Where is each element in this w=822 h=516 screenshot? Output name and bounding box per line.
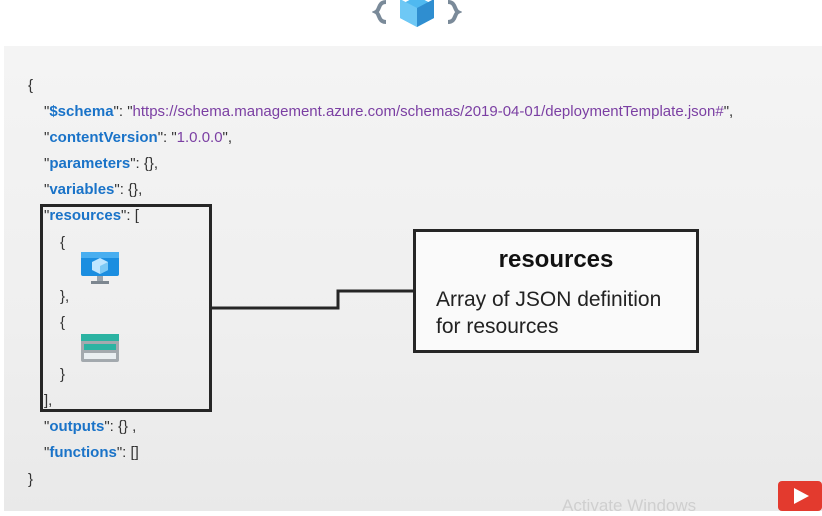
callout-body: Array of JSON definition for resources (436, 286, 686, 340)
play-button[interactable] (778, 481, 822, 511)
callout-body-line-2: for resources (436, 315, 559, 338)
play-icon (794, 488, 809, 504)
callout-body-line-1: Array of JSON definition (436, 288, 662, 311)
resources-callout: resources Array of JSON definition for r… (413, 229, 699, 353)
activate-windows-watermark: Activate Windows (562, 496, 697, 515)
callout-title: resources (498, 246, 614, 273)
